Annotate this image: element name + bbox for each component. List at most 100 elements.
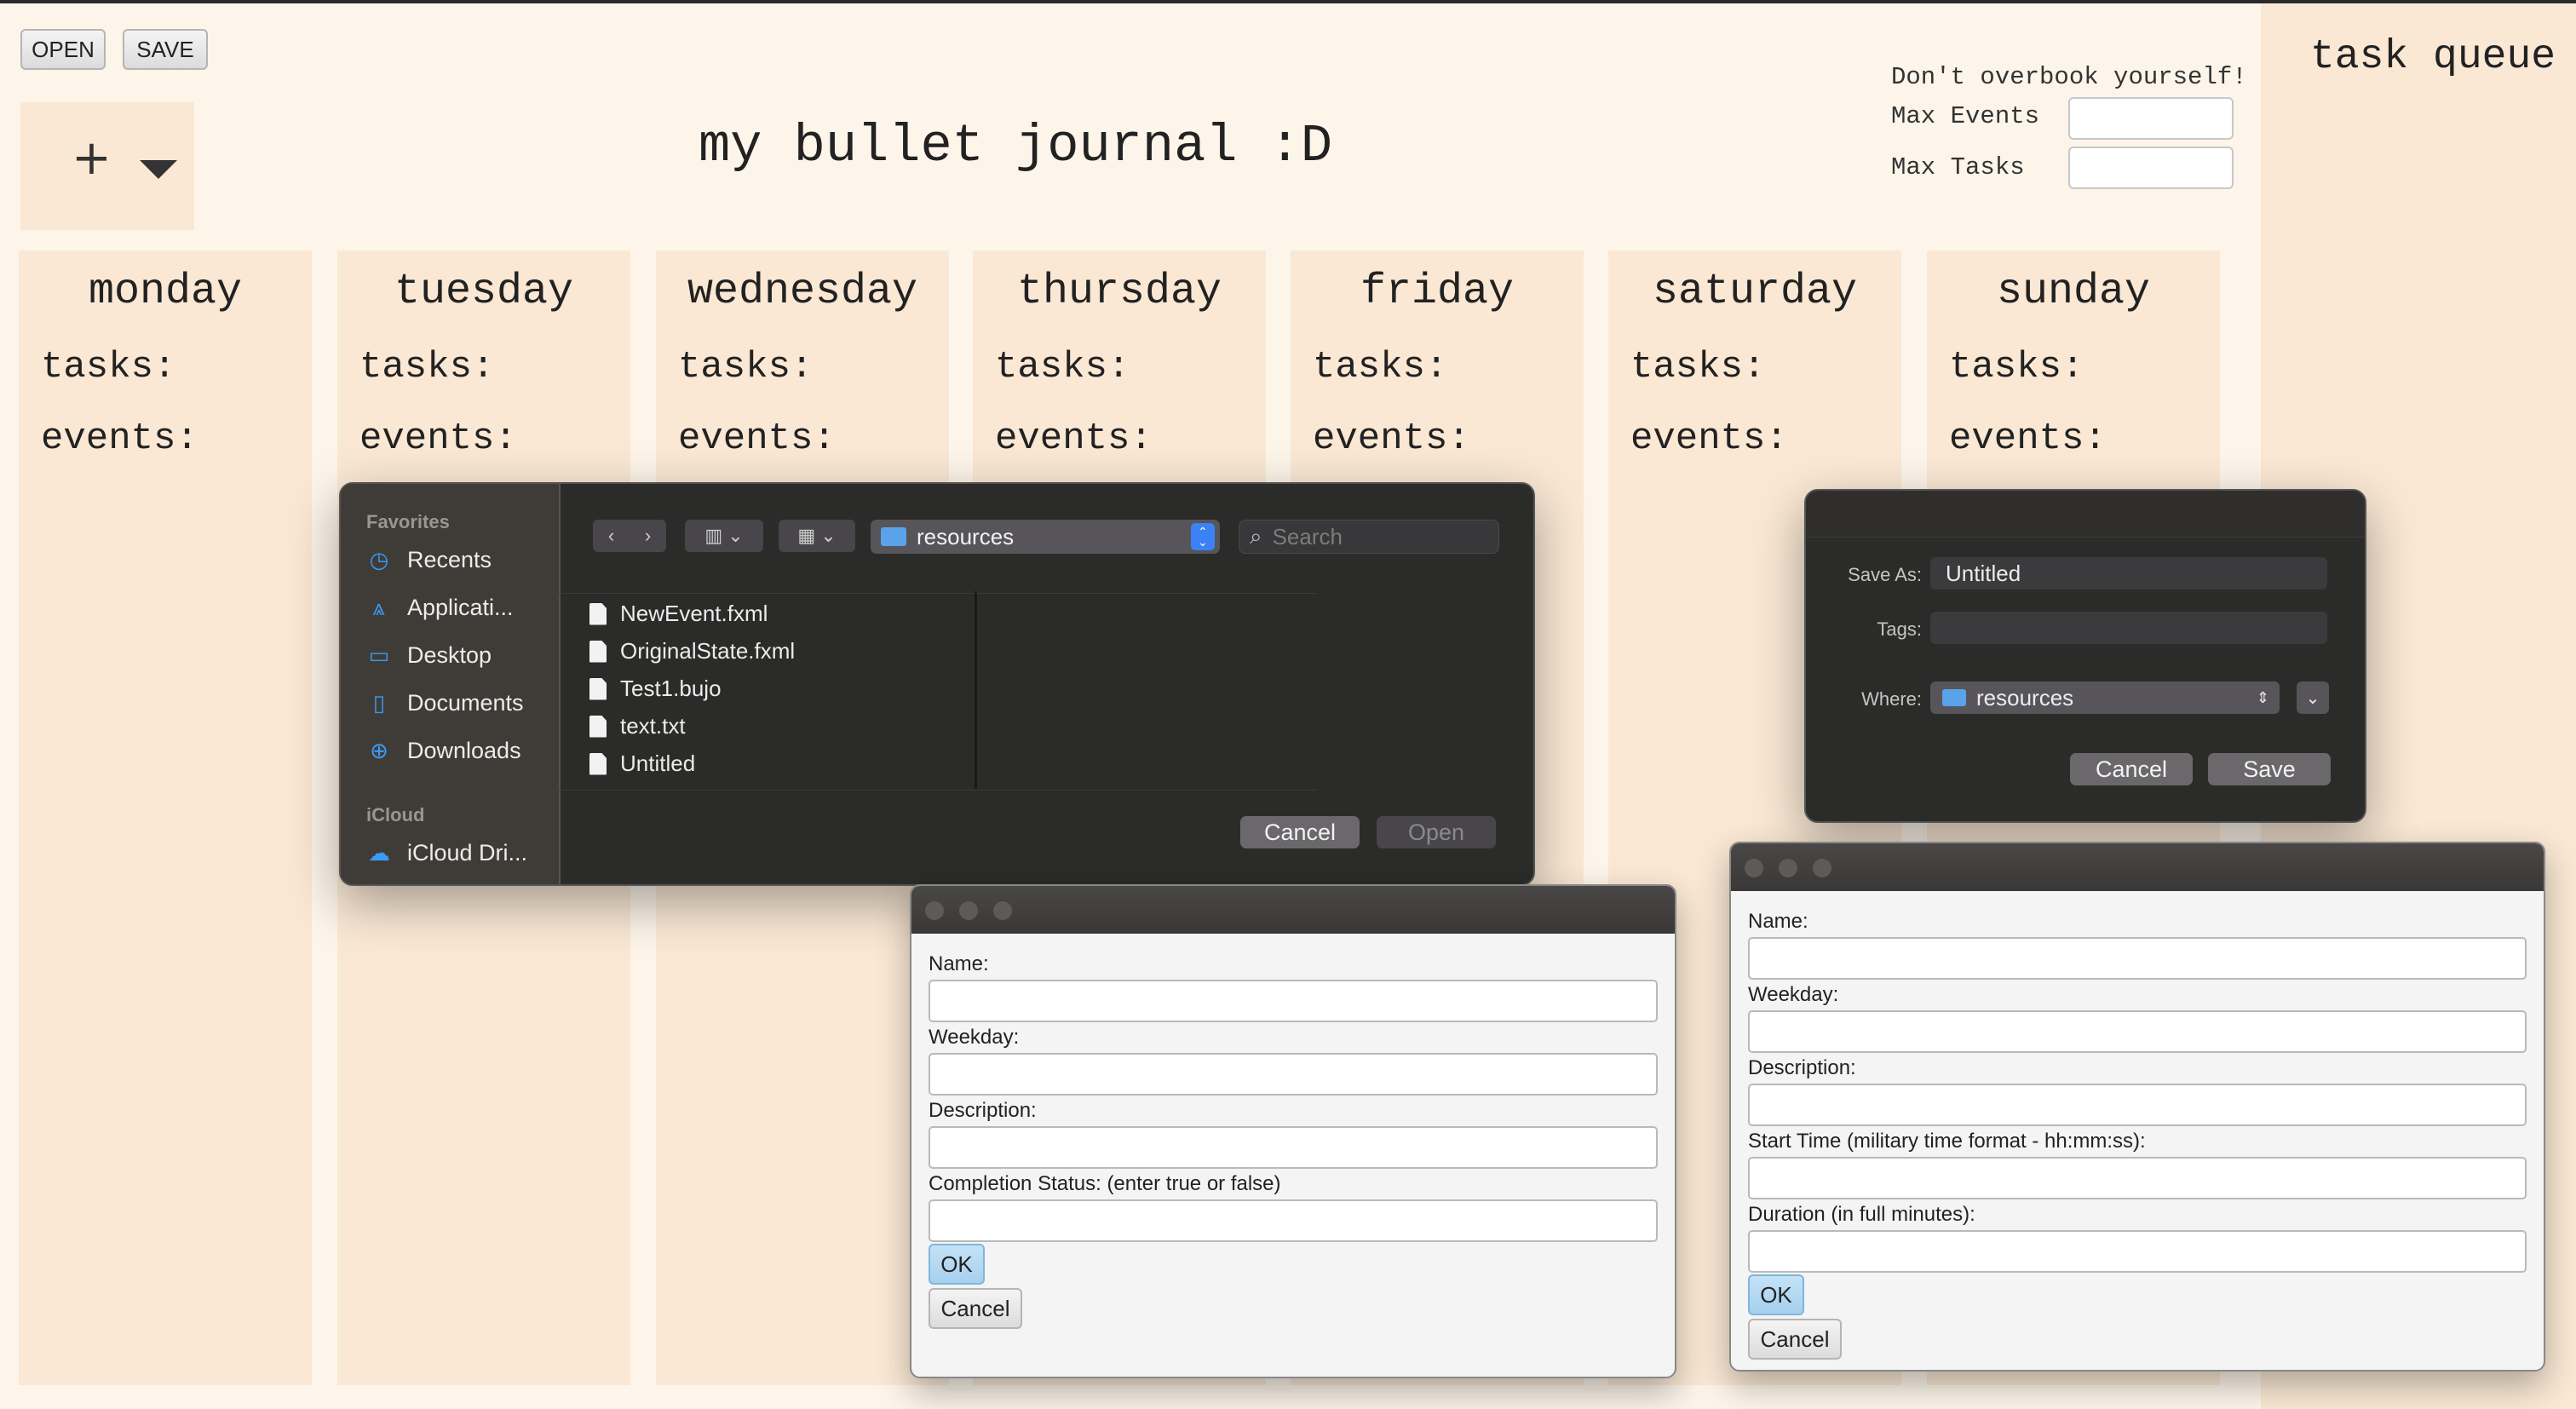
grid-icon: ▦ bbox=[797, 525, 816, 546]
minimize-icon[interactable] bbox=[959, 901, 978, 920]
search-placeholder: Search bbox=[1272, 523, 1343, 549]
close-icon[interactable] bbox=[925, 901, 944, 920]
list-item[interactable]: Untitled bbox=[589, 751, 695, 777]
sidebar-item-applications[interactable]: ⩓ Applicati... bbox=[366, 595, 514, 621]
name-field[interactable] bbox=[1748, 937, 2527, 980]
cloud-icon: ☁ bbox=[368, 840, 390, 866]
cancel-button[interactable]: Cancel bbox=[2070, 753, 2193, 785]
sidebar-item-desktop[interactable]: ▭ Desktop bbox=[366, 642, 492, 669]
file-icon bbox=[589, 602, 607, 625]
weekday-field[interactable] bbox=[929, 1053, 1658, 1096]
page-title: my bullet journal :D bbox=[699, 116, 1333, 176]
file-icon bbox=[589, 677, 607, 700]
list-item[interactable]: Test1.bujo bbox=[589, 676, 722, 702]
events-label: events: bbox=[359, 417, 517, 460]
file-name: OriginalState.fxml bbox=[620, 638, 796, 664]
sidebar-item-icloud-drive[interactable]: ☁ iCloud Dri... bbox=[366, 840, 527, 866]
close-icon[interactable] bbox=[1745, 859, 1763, 877]
max-events-input[interactable] bbox=[2068, 97, 2234, 140]
updown-chevron-icon: ⇕ bbox=[2256, 688, 2269, 706]
max-tasks-input[interactable] bbox=[2068, 147, 2234, 189]
cancel-button[interactable]: Cancel bbox=[1240, 816, 1360, 848]
save-button[interactable]: SAVE bbox=[123, 29, 208, 70]
icloud-heading: iCloud bbox=[366, 804, 425, 825]
new-event-dialog: Name: Weekday: Description: Start Time (… bbox=[1729, 842, 2545, 1372]
back-forward-buttons[interactable]: ‹ › bbox=[593, 520, 666, 552]
column-view-button[interactable]: ▥ ⌄ bbox=[685, 520, 763, 552]
save-as-input[interactable]: Untitled bbox=[1930, 557, 2327, 589]
list-item[interactable]: OriginalState.fxml bbox=[589, 638, 795, 664]
completion-status-field[interactable] bbox=[929, 1199, 1658, 1242]
name-label: Name: bbox=[929, 952, 989, 975]
save-file-dialog: Save As: Untitled Tags: Where: resources… bbox=[1804, 489, 2366, 823]
sidebar-item-documents[interactable]: ▯ Documents bbox=[366, 690, 524, 716]
ok-button[interactable]: OK bbox=[929, 1244, 985, 1285]
sidebar-item-downloads[interactable]: ⊕ Downloads bbox=[366, 738, 520, 764]
search-input[interactable]: ⌕ Search bbox=[1239, 520, 1499, 554]
new-task-dialog: Name: Weekday: Description: Completion S… bbox=[910, 884, 1676, 1378]
triangle-down-icon[interactable] bbox=[140, 160, 177, 179]
overbook-note: Don't overbook yourself! bbox=[1891, 63, 2247, 91]
maximize-icon[interactable] bbox=[993, 901, 1012, 920]
weekday-label: Weekday: bbox=[1748, 983, 1839, 1006]
open-dialog-sidebar: Favorites ◷ Recents ⩓ Applicati... ▭ Des… bbox=[341, 484, 561, 884]
group-view-button[interactable]: ▦ ⌄ bbox=[779, 520, 855, 552]
list-item[interactable]: text.txt bbox=[589, 713, 686, 739]
description-label: Description: bbox=[929, 1099, 1037, 1122]
chevron-right-icon[interactable]: › bbox=[630, 525, 666, 547]
open-button[interactable]: OPEN bbox=[20, 29, 106, 70]
updown-chevron-icon: ⌃ ⌄ bbox=[1191, 523, 1215, 550]
file-name: text.txt bbox=[620, 713, 686, 739]
sidebar-item-recents[interactable]: ◷ Recents bbox=[366, 547, 492, 573]
tasks-label: tasks: bbox=[678, 346, 814, 388]
name-field[interactable] bbox=[929, 980, 1658, 1022]
cancel-button[interactable]: Cancel bbox=[1748, 1319, 1842, 1360]
weekday-field[interactable] bbox=[1748, 1010, 2527, 1053]
ok-button[interactable]: OK bbox=[1748, 1274, 1804, 1315]
day-name: sunday bbox=[1996, 267, 2151, 316]
save-confirm-button[interactable]: Save bbox=[2208, 753, 2331, 785]
sidebar-item-label: Documents bbox=[407, 690, 524, 716]
list-item[interactable]: NewEvent.fxml bbox=[589, 601, 768, 627]
column-divider[interactable] bbox=[975, 591, 977, 789]
duration-field[interactable] bbox=[1748, 1230, 2527, 1273]
open-file-button[interactable]: Open bbox=[1377, 816, 1496, 848]
add-menu[interactable]: + bbox=[20, 102, 194, 230]
tags-input[interactable] bbox=[1930, 612, 2327, 644]
where-value: resources bbox=[1976, 684, 2074, 710]
sidebar-item-label: Recents bbox=[407, 547, 492, 572]
sidebar-item-label: Applicati... bbox=[407, 595, 514, 620]
applications-icon: ⩓ bbox=[372, 594, 386, 620]
clock-icon: ◷ bbox=[369, 547, 389, 572]
events-label: events: bbox=[1949, 417, 2107, 460]
day-column-monday[interactable]: monday tasks: events: bbox=[19, 250, 312, 1385]
max-tasks-label: Max Tasks bbox=[1891, 153, 2025, 181]
dialog-titlebar bbox=[1731, 843, 2544, 891]
start-time-field[interactable] bbox=[1748, 1157, 2527, 1199]
location-label: resources bbox=[917, 523, 1015, 549]
tasks-label: tasks: bbox=[995, 346, 1130, 388]
name-label: Name: bbox=[1748, 910, 1808, 933]
max-events-label: Max Events bbox=[1891, 102, 2040, 130]
sidebar-item-label: Desktop bbox=[407, 642, 492, 668]
tasks-label: tasks: bbox=[359, 346, 495, 388]
file-icon bbox=[589, 715, 607, 738]
cancel-button[interactable]: Cancel bbox=[929, 1288, 1022, 1329]
start-time-label: Start Time (military time format - hh:mm… bbox=[1748, 1130, 2146, 1153]
day-name: saturday bbox=[1652, 267, 1858, 316]
description-field[interactable] bbox=[929, 1126, 1658, 1169]
folder-icon bbox=[1942, 689, 1966, 706]
location-popup[interactable]: resources ⌃ ⌄ bbox=[871, 520, 1220, 554]
plus-icon[interactable]: + bbox=[72, 135, 112, 182]
chevron-left-icon[interactable]: ‹ bbox=[593, 525, 630, 547]
weekday-label: Weekday: bbox=[929, 1026, 1020, 1049]
file-list: NewEvent.fxml OriginalState.fxml Test1.b… bbox=[559, 593, 1317, 791]
chevron-down-icon: ⌄ bbox=[820, 525, 837, 546]
maximize-icon[interactable] bbox=[1813, 859, 1831, 877]
day-name: tuesday bbox=[394, 267, 574, 316]
minimize-icon[interactable] bbox=[1779, 859, 1797, 877]
save-as-label: Save As: bbox=[1848, 564, 1922, 585]
where-popup[interactable]: resources ⇕ bbox=[1930, 681, 2280, 714]
expand-chevron-icon[interactable]: ⌄ bbox=[2297, 681, 2329, 714]
description-field[interactable] bbox=[1748, 1084, 2527, 1126]
